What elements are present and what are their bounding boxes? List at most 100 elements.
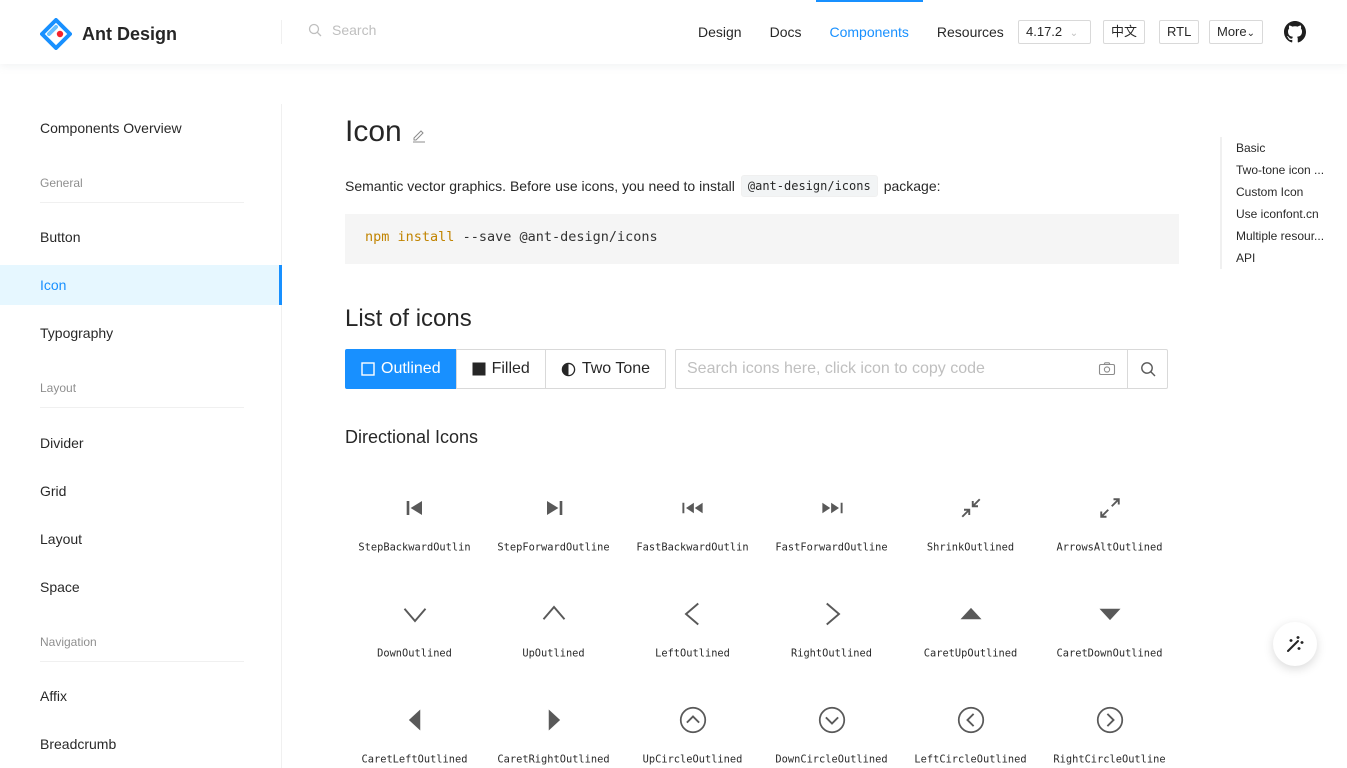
icon-search-input[interactable] [676,350,1087,388]
fast-forward-icon [762,478,901,526]
anchor-link-two-tone[interactable]: Two-tone icon ... [1222,159,1332,181]
theme-magic-button[interactable] [1273,622,1317,666]
rtl-button[interactable]: RTL [1159,20,1200,44]
step-backward-icon [345,478,484,526]
sidebar-item-divider[interactable]: Divider [0,423,281,463]
sidebar-group-navigation: Navigation [40,635,244,662]
anchor-link-api[interactable]: API [1222,247,1332,269]
main-nav: Design Docs Components Resources [684,0,1018,64]
icon-card[interactable]: CaretDownOutlined [1040,584,1179,690]
sidebar-item-button[interactable]: Button [0,217,281,257]
package-code: @ant-design/icons [740,175,878,197]
nav-docs[interactable]: Docs [756,0,816,64]
theme-outlined-label: Outlined [381,360,441,377]
theme-twotone-button[interactable]: Two Tone [544,349,667,389]
icon-card-label: CaretRightOutlined [497,752,610,766]
icon-card-label: StepForwardOutline [497,540,610,554]
right-icon [762,584,901,632]
intro-paragraph: Semantic vector graphics. Before use ico… [345,175,941,197]
list-of-icons-heading: List of icons [345,305,472,332]
language-button[interactable]: 中文 [1103,20,1146,44]
anchor-link-custom-icon[interactable]: Custom Icon [1222,181,1332,203]
theme-switch: Outlined Filled Two Tone [345,349,667,389]
nav-components[interactable]: Components [815,0,924,64]
theme-twotone-label: Two Tone [581,360,651,377]
left-circle-icon [901,690,1040,738]
icon-card[interactable]: LeftCircleOutlined [901,690,1040,768]
caret-down-icon [1040,584,1179,632]
icon-card[interactable]: UpOutlined [484,584,623,690]
header-search-placeholder: Search [332,22,377,38]
icon-card[interactable]: CaretRightOutlined [484,690,623,768]
icon-card[interactable]: UpCircleOutlined [623,690,762,768]
anchor-link-basic[interactable]: Basic [1222,137,1332,159]
icon-card[interactable]: RightCircleOutline [1040,690,1179,768]
chevron-down-icon: ⌄ [1246,28,1256,39]
icon-card-label: UpOutlined [522,646,585,660]
icon-card-label: ShrinkOutlined [926,540,1015,554]
sidebar-item-components-overview[interactable]: Components Overview [0,108,281,148]
outlined-square-icon [361,362,375,376]
search-icon [308,23,322,37]
shrink-icon [901,478,1040,526]
icon-card[interactable]: CaretLeftOutlined [345,690,484,768]
icon-card[interactable]: ArrowsAltOutlined [1040,478,1179,584]
nav-design[interactable]: Design [684,0,756,64]
sidebar: Components Overview General Button Icon … [0,104,282,768]
header-search[interactable]: Search [308,22,376,38]
down-circle-icon [762,690,901,738]
twotone-circle-icon [561,362,576,376]
more-button[interactable]: More⌄ [1209,20,1264,44]
header-divider [281,20,282,44]
sidebar-item-layout[interactable]: Layout [0,519,281,559]
version-select[interactable]: 4.17.2 ⌄ [1018,20,1091,44]
edit-icon[interactable] [411,127,427,143]
left-icon [623,584,762,632]
sidebar-item-breadcrumb[interactable]: Breadcrumb [0,724,281,764]
icon-card[interactable]: RightOutlined [762,584,901,690]
icon-card[interactable]: StepBackwardOutlin [345,478,484,584]
icon-card[interactable]: CaretUpOutlined [901,584,1040,690]
down-icon [345,584,484,632]
theme-outlined-button[interactable]: Outlined [345,349,457,389]
github-icon[interactable] [1284,21,1306,43]
code-npm: npm [365,229,390,245]
icon-search-button[interactable] [1127,350,1167,388]
step-forward-icon [484,478,623,526]
icon-card[interactable]: DownCircleOutlined [762,690,901,768]
sidebar-item-grid[interactable]: Grid [0,471,281,511]
icon-card-label: LeftOutlined [655,646,730,660]
intro-suffix: package: [883,178,941,194]
anchor-link-iconfont[interactable]: Use iconfont.cn [1222,203,1332,225]
camera-icon[interactable] [1087,350,1127,388]
sidebar-item-space[interactable]: Space [0,567,281,607]
icon-card[interactable]: FastBackwardOutlin [623,478,762,584]
sidebar-item-affix[interactable]: Affix [0,676,281,716]
icon-card[interactable]: StepForwardOutline [484,478,623,584]
icon-card-label: RightOutlined [790,646,872,660]
icon-search-box [675,349,1168,389]
sidebar-group-layout: Layout [40,381,244,408]
icon-card-label: StepBackwardOutlin [358,540,471,554]
icon-card-label: FastBackwardOutlin [636,540,749,554]
icon-card[interactable]: FastForwardOutline [762,478,901,584]
icon-card-label: LeftCircleOutlined [914,752,1027,766]
up-circle-icon [623,690,762,738]
icon-card[interactable]: LeftOutlined [623,584,762,690]
icon-grid: StepBackwardOutlin StepForwardOutline Fast… [345,478,1179,768]
caret-up-icon [901,584,1040,632]
icon-card-label: CaretLeftOutlined [361,752,468,766]
sidebar-item-typography[interactable]: Typography [0,313,281,353]
logo[interactable]: Ant Design [40,18,177,50]
anchor-link-multiple-resources[interactable]: Multiple resour... [1222,225,1332,247]
sidebar-group-general: General [40,176,244,203]
install-code-block: npm install --save @ant-design/icons [345,214,1179,264]
sidebar-item-icon[interactable]: Icon [0,265,282,305]
chevron-down-icon: ⌄ [1069,28,1079,39]
icon-card[interactable]: ShrinkOutlined [901,478,1040,584]
up-icon [484,584,623,632]
icon-card-label: FastForwardOutline [775,540,888,554]
nav-resources[interactable]: Resources [923,0,1018,64]
theme-filled-button[interactable]: Filled [455,349,546,389]
icon-card[interactable]: DownOutlined [345,584,484,690]
